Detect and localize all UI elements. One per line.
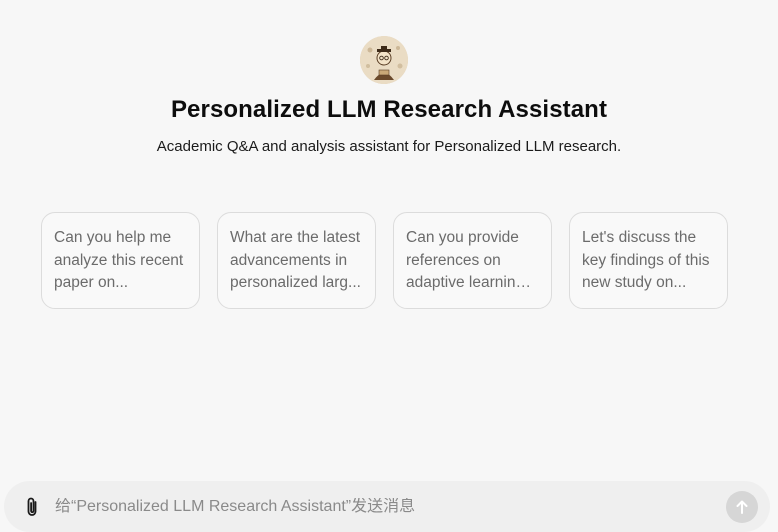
suggestion-card[interactable]: Can you provide references on adaptive l… xyxy=(393,212,552,309)
suggestion-text: Can you help me analyze this recent pape… xyxy=(54,229,184,291)
send-button[interactable] xyxy=(726,490,758,523)
avatar xyxy=(360,36,408,84)
assistant-description: Academic Q&A and analysis assistant for … xyxy=(156,138,622,155)
message-composer xyxy=(4,481,770,532)
suggestion-text: Let's discuss the key findings of this n… xyxy=(582,229,710,291)
arrow-up-icon xyxy=(736,500,748,514)
suggestion-card[interactable]: What are the latest advancements in pers… xyxy=(217,212,376,309)
suggestion-text: Can you provide references on adaptive l… xyxy=(406,229,525,291)
suggestion-list: Can you help me analyze this recent pape… xyxy=(41,212,728,309)
paperclip-icon[interactable] xyxy=(21,496,43,518)
suggestion-card[interactable]: Can you help me analyze this recent pape… xyxy=(41,212,200,309)
scholar-avatar-icon xyxy=(360,36,408,84)
message-input[interactable] xyxy=(55,497,726,516)
suggestion-text: What are the latest advancements in pers… xyxy=(230,229,361,291)
suggestion-card[interactable]: Let's discuss the key findings of this n… xyxy=(569,212,728,309)
chat-start-page: Personalized LLM Research Assistant Acad… xyxy=(0,0,778,532)
assistant-title: Personalized LLM Research Assistant xyxy=(170,96,608,123)
